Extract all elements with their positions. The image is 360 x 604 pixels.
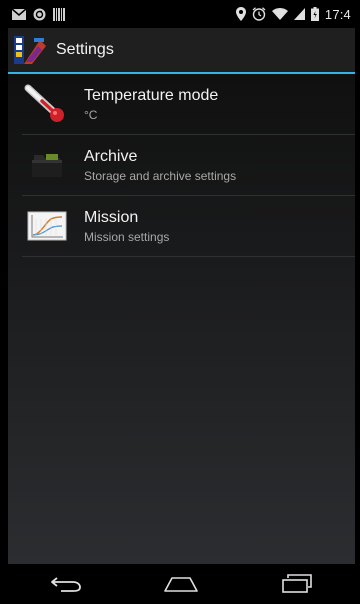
- clock: 17:4: [324, 6, 351, 22]
- recent-apps-icon: [282, 574, 312, 593]
- preference-text: Mission Mission settings: [84, 208, 169, 245]
- home-icon: [164, 577, 199, 592]
- preference-summary: Storage and archive settings: [84, 168, 237, 183]
- status-right: 17:4: [235, 6, 351, 22]
- screen: 17:4 Settings Temperature mode °C Archiv…: [8, 0, 355, 604]
- folder-icon: [22, 145, 72, 185]
- sync-icon: [33, 8, 46, 20]
- preference-mission[interactable]: Mission Mission settings: [22, 196, 355, 257]
- status-bar: 17:4: [8, 0, 355, 28]
- preference-title: Mission: [84, 208, 139, 226]
- action-bar: Settings: [8, 28, 355, 74]
- recent-apps-button[interactable]: [267, 564, 327, 604]
- mail-icon: [12, 8, 26, 20]
- preference-summary: °C: [84, 107, 98, 122]
- settings-content: Temperature mode °C Archive Storage and …: [8, 74, 355, 564]
- preference-temperature-mode[interactable]: Temperature mode °C: [22, 74, 355, 135]
- preference-text: Archive Storage and archive settings: [84, 147, 236, 184]
- signal-icon: [293, 8, 305, 20]
- back-button[interactable]: [36, 564, 96, 604]
- home-button[interactable]: [151, 564, 211, 604]
- preference-archive[interactable]: Archive Storage and archive settings: [22, 135, 355, 196]
- preference-title: Temperature mode: [84, 86, 219, 104]
- chart-icon: [22, 206, 72, 246]
- thermometer-icon: [22, 84, 72, 124]
- wifi-icon: [271, 8, 288, 20]
- back-icon: [50, 577, 81, 592]
- battery-icon: [310, 7, 319, 21]
- preference-list: Temperature mode °C Archive Storage and …: [8, 74, 355, 257]
- app-logo-icon[interactable]: [14, 36, 48, 64]
- page-title: Settings: [56, 41, 114, 58]
- alarm-icon: [252, 7, 266, 21]
- preference-text: Temperature mode °C: [84, 86, 218, 123]
- preference-summary: Mission settings: [84, 229, 170, 244]
- status-left: [12, 7, 65, 21]
- location-icon: [235, 7, 246, 21]
- navigation-bar: [8, 564, 355, 604]
- preference-title: Archive: [84, 147, 138, 165]
- barcode-icon: [53, 7, 65, 21]
